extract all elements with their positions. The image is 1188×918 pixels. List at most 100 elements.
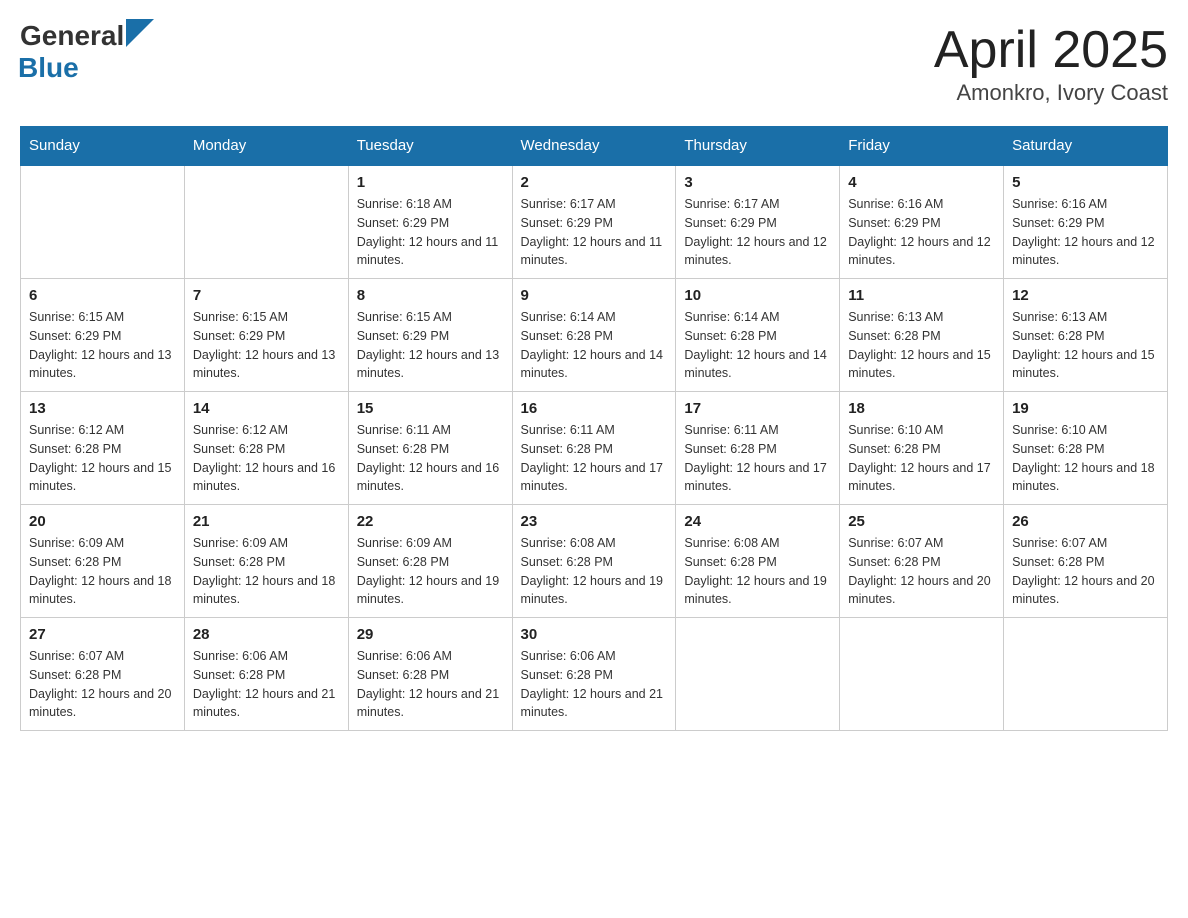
calendar-day-cell (1004, 618, 1168, 731)
day-number: 19 (1012, 400, 1159, 417)
day-number: 20 (29, 513, 176, 530)
day-number: 28 (193, 626, 340, 643)
calendar-day-cell: 21 Sunrise: 6:09 AMSunset: 6:28 PMDayligh… (184, 505, 348, 618)
day-number: 4 (848, 174, 995, 191)
day-number: 15 (357, 400, 504, 417)
day-number: 29 (357, 626, 504, 643)
day-info: Sunrise: 6:12 AMSunset: 6:28 PMDaylight:… (29, 421, 176, 496)
calendar-day-cell: 16Sunrise: 6:11 AMSunset: 6:28 PMDayligh… (512, 392, 676, 505)
day-number: 1 (357, 174, 504, 191)
day-number: 11 (848, 287, 995, 304)
month-title: April 2025 (934, 20, 1168, 80)
day-info: Sunrise: 6:07 AMSunset: 6:28 PMDaylight:… (29, 647, 176, 722)
day-info: Sunrise: 6:10 AMSunset: 6:28 PMDaylight:… (848, 421, 995, 496)
calendar-day-cell: 28 Sunrise: 6:06 AMSunset: 6:28 PMDayligh… (184, 618, 348, 731)
day-number: 23 (521, 513, 668, 530)
calendar-day-cell: 4 Sunrise: 6:16 AMSunset: 6:29 PMDaylight… (840, 165, 1004, 279)
day-info: Sunrise: 6:09 AMSunset: 6:28 PMDaylight:… (29, 534, 176, 609)
day-info: Sunrise: 6:06 AMSunset: 6:28 PMDaylight:… (193, 647, 340, 722)
calendar-header-row: SundayMondayTuesdayWednesdayThursdayFrid… (21, 127, 1168, 166)
day-number: 6 (29, 287, 176, 304)
day-number: 16 (521, 400, 668, 417)
weekday-header: Wednesday (512, 127, 676, 166)
weekday-header: Friday (840, 127, 1004, 166)
weekday-header: Tuesday (348, 127, 512, 166)
calendar-day-cell: 5 Sunrise: 6:16 AMSunset: 6:29 PMDaylight… (1004, 165, 1168, 279)
page-header: General Blue April 2025 Amonkro, Ivory C… (20, 20, 1168, 106)
day-number: 5 (1012, 174, 1159, 191)
day-number: 26 (1012, 513, 1159, 530)
day-info: Sunrise: 6:06 AMSunset: 6:28 PMDaylight:… (357, 647, 504, 722)
day-number: 27 (29, 626, 176, 643)
day-info: Sunrise: 6:08 AMSunset: 6:28 PMDaylight:… (684, 534, 831, 609)
calendar-day-cell: 6 Sunrise: 6:15 AMSunset: 6:29 PMDaylight… (21, 279, 185, 392)
calendar-day-cell: 17 Sunrise: 6:11 AMSunset: 6:28 PMDayligh… (676, 392, 840, 505)
calendar-day-cell: 7Sunrise: 6:15 AMSunset: 6:29 PMDaylight… (184, 279, 348, 392)
day-number: 17 (684, 400, 831, 417)
calendar-day-cell: 1 Sunrise: 6:18 AMSunset: 6:29 PMDaylight… (348, 165, 512, 279)
calendar-day-cell (184, 165, 348, 279)
day-number: 2 (521, 174, 668, 191)
logo: General Blue (20, 20, 154, 84)
calendar-day-cell: 24Sunrise: 6:08 AMSunset: 6:28 PMDayligh… (676, 505, 840, 618)
day-info: Sunrise: 6:14 AMSunset: 6:28 PMDaylight:… (521, 308, 668, 383)
calendar-day-cell: 12 Sunrise: 6:13 AMSunset: 6:28 PMDayligh… (1004, 279, 1168, 392)
day-info: Sunrise: 6:10 AMSunset: 6:28 PMDaylight:… (1012, 421, 1159, 496)
calendar-day-cell: 18 Sunrise: 6:10 AMSunset: 6:28 PMDayligh… (840, 392, 1004, 505)
calendar-day-cell (21, 165, 185, 279)
day-info: Sunrise: 6:12 AMSunset: 6:28 PMDaylight:… (193, 421, 340, 496)
calendar-day-cell (840, 618, 1004, 731)
calendar-day-cell: 19 Sunrise: 6:10 AMSunset: 6:28 PMDayligh… (1004, 392, 1168, 505)
day-info: Sunrise: 6:09 AMSunset: 6:28 PMDaylight:… (357, 534, 504, 609)
weekday-header: Monday (184, 127, 348, 166)
day-number: 21 (193, 513, 340, 530)
calendar-day-cell: 23 Sunrise: 6:08 AMSunset: 6:28 PMDayligh… (512, 505, 676, 618)
day-info: Sunrise: 6:11 AMSunset: 6:28 PMDaylight:… (357, 421, 504, 496)
logo-triangle-icon (126, 19, 154, 47)
calendar-day-cell: 15 Sunrise: 6:11 AMSunset: 6:28 PMDayligh… (348, 392, 512, 505)
day-info: Sunrise: 6:08 AMSunset: 6:28 PMDaylight:… (521, 534, 668, 609)
calendar-day-cell: 27 Sunrise: 6:07 AMSunset: 6:28 PMDayligh… (21, 618, 185, 731)
weekday-header: Saturday (1004, 127, 1168, 166)
day-number: 18 (848, 400, 995, 417)
day-number: 7 (193, 287, 340, 304)
calendar-day-cell: 26 Sunrise: 6:07 AMSunset: 6:28 PMDayligh… (1004, 505, 1168, 618)
day-info: Sunrise: 6:14 AMSunset: 6:28 PMDaylight:… (684, 308, 831, 383)
day-number: 22 (357, 513, 504, 530)
day-info: Sunrise: 6:06 AMSunset: 6:28 PMDaylight:… (521, 647, 668, 722)
calendar-day-cell: 30 Sunrise: 6:06 AMSunset: 6:28 PMDayligh… (512, 618, 676, 731)
day-number: 30 (521, 626, 668, 643)
calendar-week-row: 13Sunrise: 6:12 AMSunset: 6:28 PMDayligh… (21, 392, 1168, 505)
day-number: 3 (684, 174, 831, 191)
day-info: Sunrise: 6:16 AMSunset: 6:29 PMDaylight:… (1012, 195, 1159, 270)
day-number: 12 (1012, 287, 1159, 304)
calendar-day-cell: 3 Sunrise: 6:17 AMSunset: 6:29 PMDaylight… (676, 165, 840, 279)
logo-general-text: General (20, 20, 124, 52)
calendar-day-cell: 8Sunrise: 6:15 AMSunset: 6:29 PMDaylight… (348, 279, 512, 392)
calendar-day-cell: 20 Sunrise: 6:09 AMSunset: 6:28 PMDayligh… (21, 505, 185, 618)
day-info: Sunrise: 6:11 AMSunset: 6:28 PMDaylight:… (684, 421, 831, 496)
day-info: Sunrise: 6:17 AMSunset: 6:29 PMDaylight:… (684, 195, 831, 270)
calendar-day-cell: 10Sunrise: 6:14 AMSunset: 6:28 PMDayligh… (676, 279, 840, 392)
day-info: Sunrise: 6:07 AMSunset: 6:28 PMDaylight:… (848, 534, 995, 609)
day-info: Sunrise: 6:07 AMSunset: 6:28 PMDaylight:… (1012, 534, 1159, 609)
day-info: Sunrise: 6:13 AMSunset: 6:28 PMDaylight:… (848, 308, 995, 383)
title-area: April 2025 Amonkro, Ivory Coast (934, 20, 1168, 106)
location: Amonkro, Ivory Coast (934, 80, 1168, 106)
calendar-day-cell: 13Sunrise: 6:12 AMSunset: 6:28 PMDayligh… (21, 392, 185, 505)
calendar-week-row: 20 Sunrise: 6:09 AMSunset: 6:28 PMDayligh… (21, 505, 1168, 618)
calendar-table: SundayMondayTuesdayWednesdayThursdayFrid… (20, 126, 1168, 731)
calendar-day-cell: 11 Sunrise: 6:13 AMSunset: 6:28 PMDayligh… (840, 279, 1004, 392)
weekday-header: Thursday (676, 127, 840, 166)
calendar-day-cell: 29 Sunrise: 6:06 AMSunset: 6:28 PMDayligh… (348, 618, 512, 731)
day-info: Sunrise: 6:15 AMSunset: 6:29 PMDaylight:… (29, 308, 176, 383)
weekday-header: Sunday (21, 127, 185, 166)
calendar-day-cell: 9Sunrise: 6:14 AMSunset: 6:28 PMDaylight… (512, 279, 676, 392)
day-info: Sunrise: 6:13 AMSunset: 6:28 PMDaylight:… (1012, 308, 1159, 383)
calendar-week-row: 6 Sunrise: 6:15 AMSunset: 6:29 PMDaylight… (21, 279, 1168, 392)
day-number: 8 (357, 287, 504, 304)
day-info: Sunrise: 6:18 AMSunset: 6:29 PMDaylight:… (357, 195, 504, 270)
day-info: Sunrise: 6:09 AMSunset: 6:28 PMDaylight:… (193, 534, 340, 609)
day-info: Sunrise: 6:17 AMSunset: 6:29 PMDaylight:… (521, 195, 668, 270)
day-info: Sunrise: 6:16 AMSunset: 6:29 PMDaylight:… (848, 195, 995, 270)
